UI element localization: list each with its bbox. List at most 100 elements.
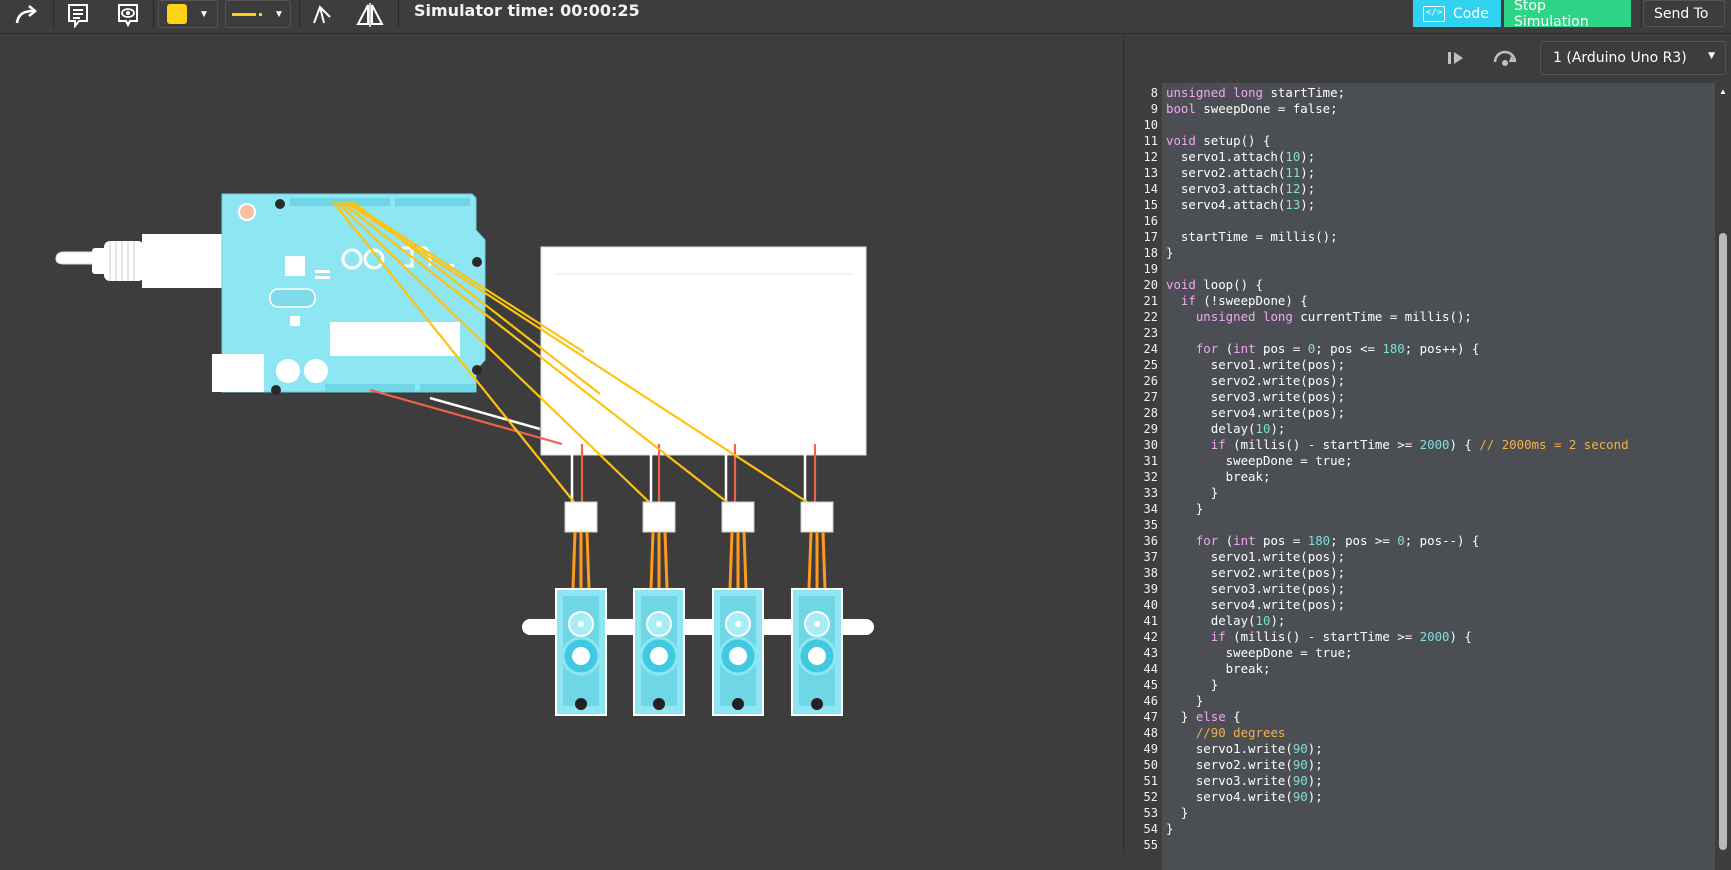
code-line[interactable]: sweepDone = true; <box>1166 645 1353 661</box>
code-line[interactable]: servo4.write(pos); <box>1166 597 1345 613</box>
code-line[interactable]: servo4.write(pos); <box>1166 405 1345 421</box>
code-line[interactable]: unsigned long startTime; <box>1166 85 1345 101</box>
code-line[interactable]: servo3.attach(12); <box>1166 181 1315 197</box>
code-scrollbar[interactable]: ▲ <box>1716 83 1730 870</box>
code-line[interactable]: } <box>1166 693 1203 709</box>
code-line[interactable]: servo1.write(90); <box>1166 741 1323 757</box>
code-line[interactable]: void setup() { <box>1166 133 1270 149</box>
code-line[interactable]: servo3.write(pos); <box>1166 389 1345 405</box>
line-number: 45 <box>1143 678 1158 692</box>
circuit-drawing[interactable] <box>0 34 1123 852</box>
line-number: 22 <box>1143 310 1158 324</box>
line-number: 53 <box>1143 806 1158 820</box>
line-number: 50 <box>1143 758 1158 772</box>
line-number: 34 <box>1143 502 1158 516</box>
step-icon <box>1448 52 1463 64</box>
stop-simulation-button[interactable]: Stop Simulation <box>1504 0 1631 30</box>
code-line[interactable]: } <box>1166 821 1173 837</box>
code-line[interactable]: for (int pos = 0; pos <= 180; pos++) { <box>1166 341 1480 357</box>
main-toolbar: ▼ ▼ Simulator time: 00:00:25 </> Code St… <box>0 0 1731 34</box>
line-style-dropdown[interactable]: ▼ <box>225 0 291 28</box>
line-number: 32 <box>1143 470 1158 484</box>
board-select[interactable]: 1 (Arduino Uno R3) ▼ <box>1540 41 1726 75</box>
code-line[interactable]: if (millis() - startTime >= 2000) { <box>1166 629 1472 645</box>
line-number: 10 <box>1143 118 1158 132</box>
code-line[interactable]: if (millis() - startTime >= 2000) { // 2… <box>1166 437 1629 453</box>
code-line[interactable]: servo3.write(90); <box>1166 773 1323 789</box>
code-line[interactable]: servo1.attach(10); <box>1166 149 1315 165</box>
code-line[interactable]: servo2.attach(11); <box>1166 165 1315 181</box>
line-number-gutter: 8 9 10 11 12 13 14 15 16 17 18 19 20 21 22 23 24 25 26 27 28… <box>1124 83 1162 852</box>
code-line[interactable]: startTime = millis(); <box>1166 229 1338 245</box>
debug-button[interactable] <box>1492 46 1518 70</box>
line-number: 11 <box>1143 134 1158 148</box>
notes-icon <box>68 4 88 28</box>
code-line[interactable]: servo1.write(pos); <box>1166 357 1345 373</box>
rotate-button[interactable] <box>305 0 339 30</box>
code-editor[interactable]: unsigned long startTime; bool sweepDone =… <box>1162 83 1715 870</box>
send-to-label: Send To <box>1654 5 1709 22</box>
visibility-icon <box>118 4 138 28</box>
code-line[interactable]: void loop() { <box>1166 277 1263 293</box>
line-number: 13 <box>1143 166 1158 180</box>
line-number: 47 <box>1143 710 1158 724</box>
code-line[interactable]: servo4.write(90); <box>1166 789 1323 805</box>
send-to-button[interactable]: Send To <box>1643 0 1725 27</box>
code-line[interactable]: servo4.attach(13); <box>1166 197 1315 213</box>
chevron-down-icon: ▼ <box>199 8 209 20</box>
debug-icon <box>1493 50 1517 66</box>
code-line[interactable]: } <box>1166 501 1203 517</box>
line-number: 18 <box>1143 246 1158 260</box>
code-line[interactable]: break; <box>1166 661 1271 677</box>
code-line[interactable]: sweepDone = true; <box>1166 453 1353 469</box>
code-line[interactable]: servo2.write(pos); <box>1166 565 1345 581</box>
code-line[interactable]: bool sweepDone = false; <box>1166 101 1338 117</box>
notes-button[interactable] <box>60 0 96 30</box>
code-line[interactable]: } <box>1166 485 1218 501</box>
code-line[interactable]: unsigned long currentTime = millis(); <box>1166 309 1472 325</box>
line-number: 14 <box>1143 182 1158 196</box>
line-number: 46 <box>1143 694 1158 708</box>
code-button[interactable]: </> Code <box>1413 0 1501 27</box>
code-line[interactable]: servo2.write(90); <box>1166 757 1323 773</box>
code-line[interactable]: for (int pos = 180; pos >= 0; pos--) { <box>1166 533 1480 549</box>
servo-1[interactable] <box>555 501 607 716</box>
flip-button[interactable] <box>352 0 388 30</box>
line-number: 8 <box>1150 86 1158 100</box>
code-line[interactable]: } else { <box>1166 709 1241 725</box>
servo-3[interactable] <box>712 501 764 716</box>
code-line[interactable]: delay(10); <box>1166 613 1286 629</box>
line-number: 48 <box>1143 726 1158 740</box>
code-line[interactable]: } <box>1166 245 1173 261</box>
simulator-time: Simulator time: 00:00:25 <box>414 1 640 20</box>
line-number: 17 <box>1143 230 1158 244</box>
code-line[interactable]: if (!sweepDone) { <box>1166 293 1308 309</box>
code-line[interactable]: //90 degrees <box>1166 725 1286 741</box>
visibility-button[interactable] <box>110 0 146 30</box>
code-line[interactable]: servo2.write(pos); <box>1166 373 1345 389</box>
scrollbar-thumb[interactable] <box>1719 233 1727 850</box>
code-line[interactable]: servo3.write(pos); <box>1166 581 1345 597</box>
step-button[interactable] <box>1444 46 1468 70</box>
line-number: 43 <box>1143 646 1158 660</box>
code-toolbar: 1 (Arduino Uno R3) ▼ <box>1124 34 1731 83</box>
code-line[interactable]: break; <box>1166 469 1271 485</box>
line-number: 26 <box>1143 374 1158 388</box>
scroll-up-arrow-icon[interactable]: ▲ <box>1719 87 1727 96</box>
code-line[interactable]: servo1.write(pos); <box>1166 549 1345 565</box>
flip-icon <box>356 3 384 27</box>
line-number: 51 <box>1143 774 1158 788</box>
line-number: 30 <box>1143 438 1158 452</box>
circuit-canvas[interactable] <box>0 34 1123 852</box>
code-line[interactable]: } <box>1166 677 1218 693</box>
line-number: 19 <box>1143 262 1158 276</box>
arduino-uno-board[interactable] <box>212 193 486 395</box>
code-line[interactable]: delay(10); <box>1166 421 1286 437</box>
servo-4[interactable] <box>791 501 843 716</box>
color-picker-dropdown[interactable]: ▼ <box>158 0 218 28</box>
redo-button[interactable] <box>10 0 44 30</box>
line-number: 35 <box>1143 518 1158 532</box>
code-line[interactable]: } <box>1166 805 1188 821</box>
servo-2[interactable] <box>633 501 685 716</box>
breadboard[interactable] <box>540 246 867 456</box>
